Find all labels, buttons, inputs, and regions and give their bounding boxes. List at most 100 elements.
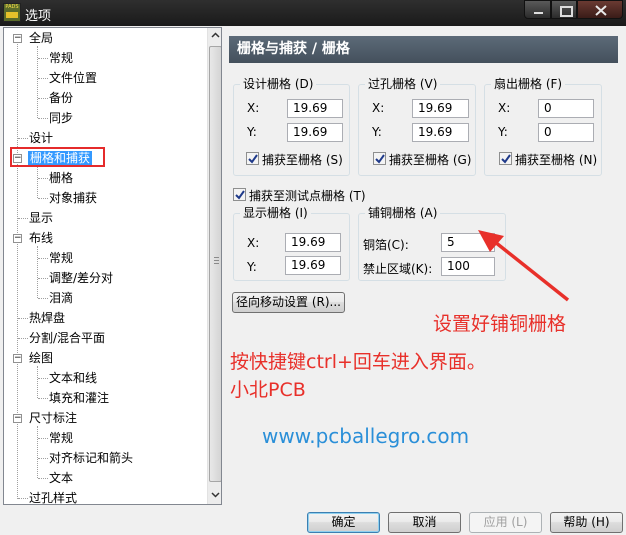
- tree-item-global[interactable]: 全局: [29, 29, 53, 47]
- tree-item-label: 常规: [49, 431, 74, 445]
- tree-connector: [38, 458, 48, 459]
- tree-item-drafting[interactable]: 绘图: [29, 349, 53, 367]
- check-icon: [235, 190, 245, 200]
- tree-connector: [37, 166, 38, 198]
- tree-connector: [38, 178, 48, 179]
- tree-item-routing[interactable]: 布线: [29, 229, 53, 247]
- tree-connector: [38, 58, 48, 59]
- tree-item-label: 同步: [49, 111, 74, 125]
- tree-connector: [38, 298, 48, 299]
- tree-connector: [38, 278, 48, 279]
- tree-item-label: 文件位置: [49, 71, 98, 85]
- collapse-icon[interactable]: −: [13, 354, 22, 363]
- tree-item-alignment-arrows[interactable]: 对齐标记和箭头: [49, 449, 133, 467]
- chevron-up-icon: [211, 32, 220, 38]
- tree-item-fill-flood[interactable]: 填充和灌注: [49, 389, 109, 407]
- tree-item-backup[interactable]: 备份: [49, 89, 73, 107]
- tree-item-label: 绘图: [29, 351, 54, 365]
- copper-grid-title: 铺铜栅格 (A): [365, 206, 441, 220]
- tree-item-sync[interactable]: 同步: [49, 109, 73, 127]
- scroll-up-arrow[interactable]: [208, 28, 221, 43]
- design-grid-y-field[interactable]: 19.69: [287, 123, 343, 142]
- radial-move-setup-button[interactable]: 径向移动设置 (R)...: [232, 292, 345, 313]
- tree-item-dim-text[interactable]: 文本: [49, 469, 73, 487]
- design-grid-y-label: Y:: [247, 125, 257, 139]
- via-grid-y-field[interactable]: 19.69: [412, 123, 469, 142]
- fanout-grid-x-field[interactable]: 0: [538, 99, 594, 118]
- testpoint-snap-label[interactable]: 捕获至测试点栅格 (T): [249, 187, 366, 204]
- tree-item-thermals[interactable]: 热焊盘: [29, 309, 65, 327]
- scroll-down-arrow[interactable]: [208, 487, 221, 502]
- tree-item-display[interactable]: 显示: [29, 209, 53, 227]
- app-icon: PADS: [3, 3, 21, 22]
- display-grid-x-field[interactable]: 19.69: [285, 233, 341, 252]
- ok-button[interactable]: 确定: [307, 512, 380, 533]
- help-button[interactable]: 帮助 (H): [550, 512, 623, 533]
- via-grid-snap-checkbox[interactable]: [373, 152, 386, 165]
- tree-item-label: 调整/差分对: [49, 271, 114, 285]
- tree-item-split-mixed-plane[interactable]: 分割/混合平面: [29, 329, 105, 347]
- check-icon: [248, 154, 258, 164]
- tree-connector: [17, 41, 18, 499]
- minimize-button[interactable]: [524, 0, 551, 19]
- tree-item-file-locations[interactable]: 文件位置: [49, 69, 97, 87]
- via-grid-snap-label[interactable]: 捕获至栅格 (G): [389, 151, 471, 168]
- tree-connector: [38, 258, 48, 259]
- via-grid-title: 过孔栅格 (V): [365, 77, 441, 91]
- design-grid-snap-checkbox[interactable]: [246, 152, 259, 165]
- collapse-icon[interactable]: −: [13, 34, 22, 43]
- tree-item-label: 常规: [49, 251, 74, 265]
- fanout-grid-y-field[interactable]: 0: [538, 123, 594, 142]
- close-icon: [595, 5, 607, 16]
- tree-item-teardrops[interactable]: 泪滴: [49, 289, 73, 307]
- tree-item-label: 分割/混合平面: [29, 331, 106, 345]
- chevron-down-icon: [211, 492, 220, 498]
- copper-grid-note: 设置好铺铜栅格: [433, 313, 567, 335]
- tree-connector: [38, 398, 48, 399]
- fanout-grid-snap-label[interactable]: 捕获至栅格 (N): [515, 151, 597, 168]
- website-note: www.pcballegro.com: [262, 424, 470, 448]
- tree-item-label: 常规: [49, 51, 74, 65]
- tree-item-tuning-diffpairs[interactable]: 调整/差分对: [49, 269, 113, 287]
- copper-label: 铜箔(C):: [363, 238, 409, 252]
- tree-scrollbar[interactable]: [207, 28, 221, 504]
- tree-item-label: 对齐标记和箭头: [49, 451, 134, 465]
- tree-item-routing-general[interactable]: 常规: [49, 249, 73, 267]
- collapse-icon[interactable]: −: [13, 234, 22, 243]
- tree-item-label: 文本和线: [49, 371, 98, 385]
- tree-item-label: 过孔样式: [29, 491, 78, 505]
- app-badge: PADS: [5, 4, 19, 10]
- collapse-icon[interactable]: −: [13, 414, 22, 423]
- tree-item-label: 栅格: [49, 171, 74, 185]
- tree-item-grids[interactable]: 栅格: [49, 169, 73, 187]
- tree-connector: [18, 338, 28, 339]
- tree-connector: [37, 246, 38, 298]
- tree-item-dim-general[interactable]: 常规: [49, 429, 73, 447]
- tree-item-text-lines[interactable]: 文本和线: [49, 369, 97, 387]
- tree-item-via-styles[interactable]: 过孔样式: [29, 489, 78, 505]
- apply-button[interactable]: 应用 (L): [469, 512, 542, 533]
- tree-item-design[interactable]: 设计: [29, 129, 53, 147]
- maximize-button[interactable]: [551, 0, 577, 19]
- options-tree[interactable]: − − − − − 全局 常规 文件位置 备份 同步 设计 栅格和捕获 栅格 对…: [3, 27, 222, 505]
- scroll-thumb[interactable]: [209, 46, 221, 482]
- design-grid-snap-label[interactable]: 捕获至栅格 (S): [262, 151, 343, 168]
- via-grid-x-field[interactable]: 19.69: [412, 99, 469, 118]
- tree-item-dimensioning[interactable]: 尺寸标注: [29, 409, 77, 427]
- tree-connector: [37, 46, 38, 118]
- cancel-button[interactable]: 取消: [388, 512, 461, 533]
- testpoint-snap-checkbox[interactable]: [233, 188, 246, 201]
- fanout-grid-snap-checkbox[interactable]: [499, 152, 512, 165]
- tree-connector: [38, 118, 48, 119]
- close-button[interactable]: [577, 0, 623, 19]
- design-grid-x-field[interactable]: 19.69: [287, 99, 343, 118]
- tree-item-object-snap[interactable]: 对象捕获: [49, 189, 97, 207]
- tree-connector: [38, 78, 48, 79]
- window-title: 选项: [25, 9, 52, 24]
- tree-connector: [18, 218, 28, 219]
- display-grid-y-field[interactable]: 19.69: [285, 256, 341, 275]
- author-note: 小北PCB: [230, 379, 306, 401]
- design-grid-title: 设计栅格 (D): [240, 77, 317, 91]
- tree-item-global-general[interactable]: 常规: [49, 49, 73, 67]
- tree-connector: [18, 498, 28, 499]
